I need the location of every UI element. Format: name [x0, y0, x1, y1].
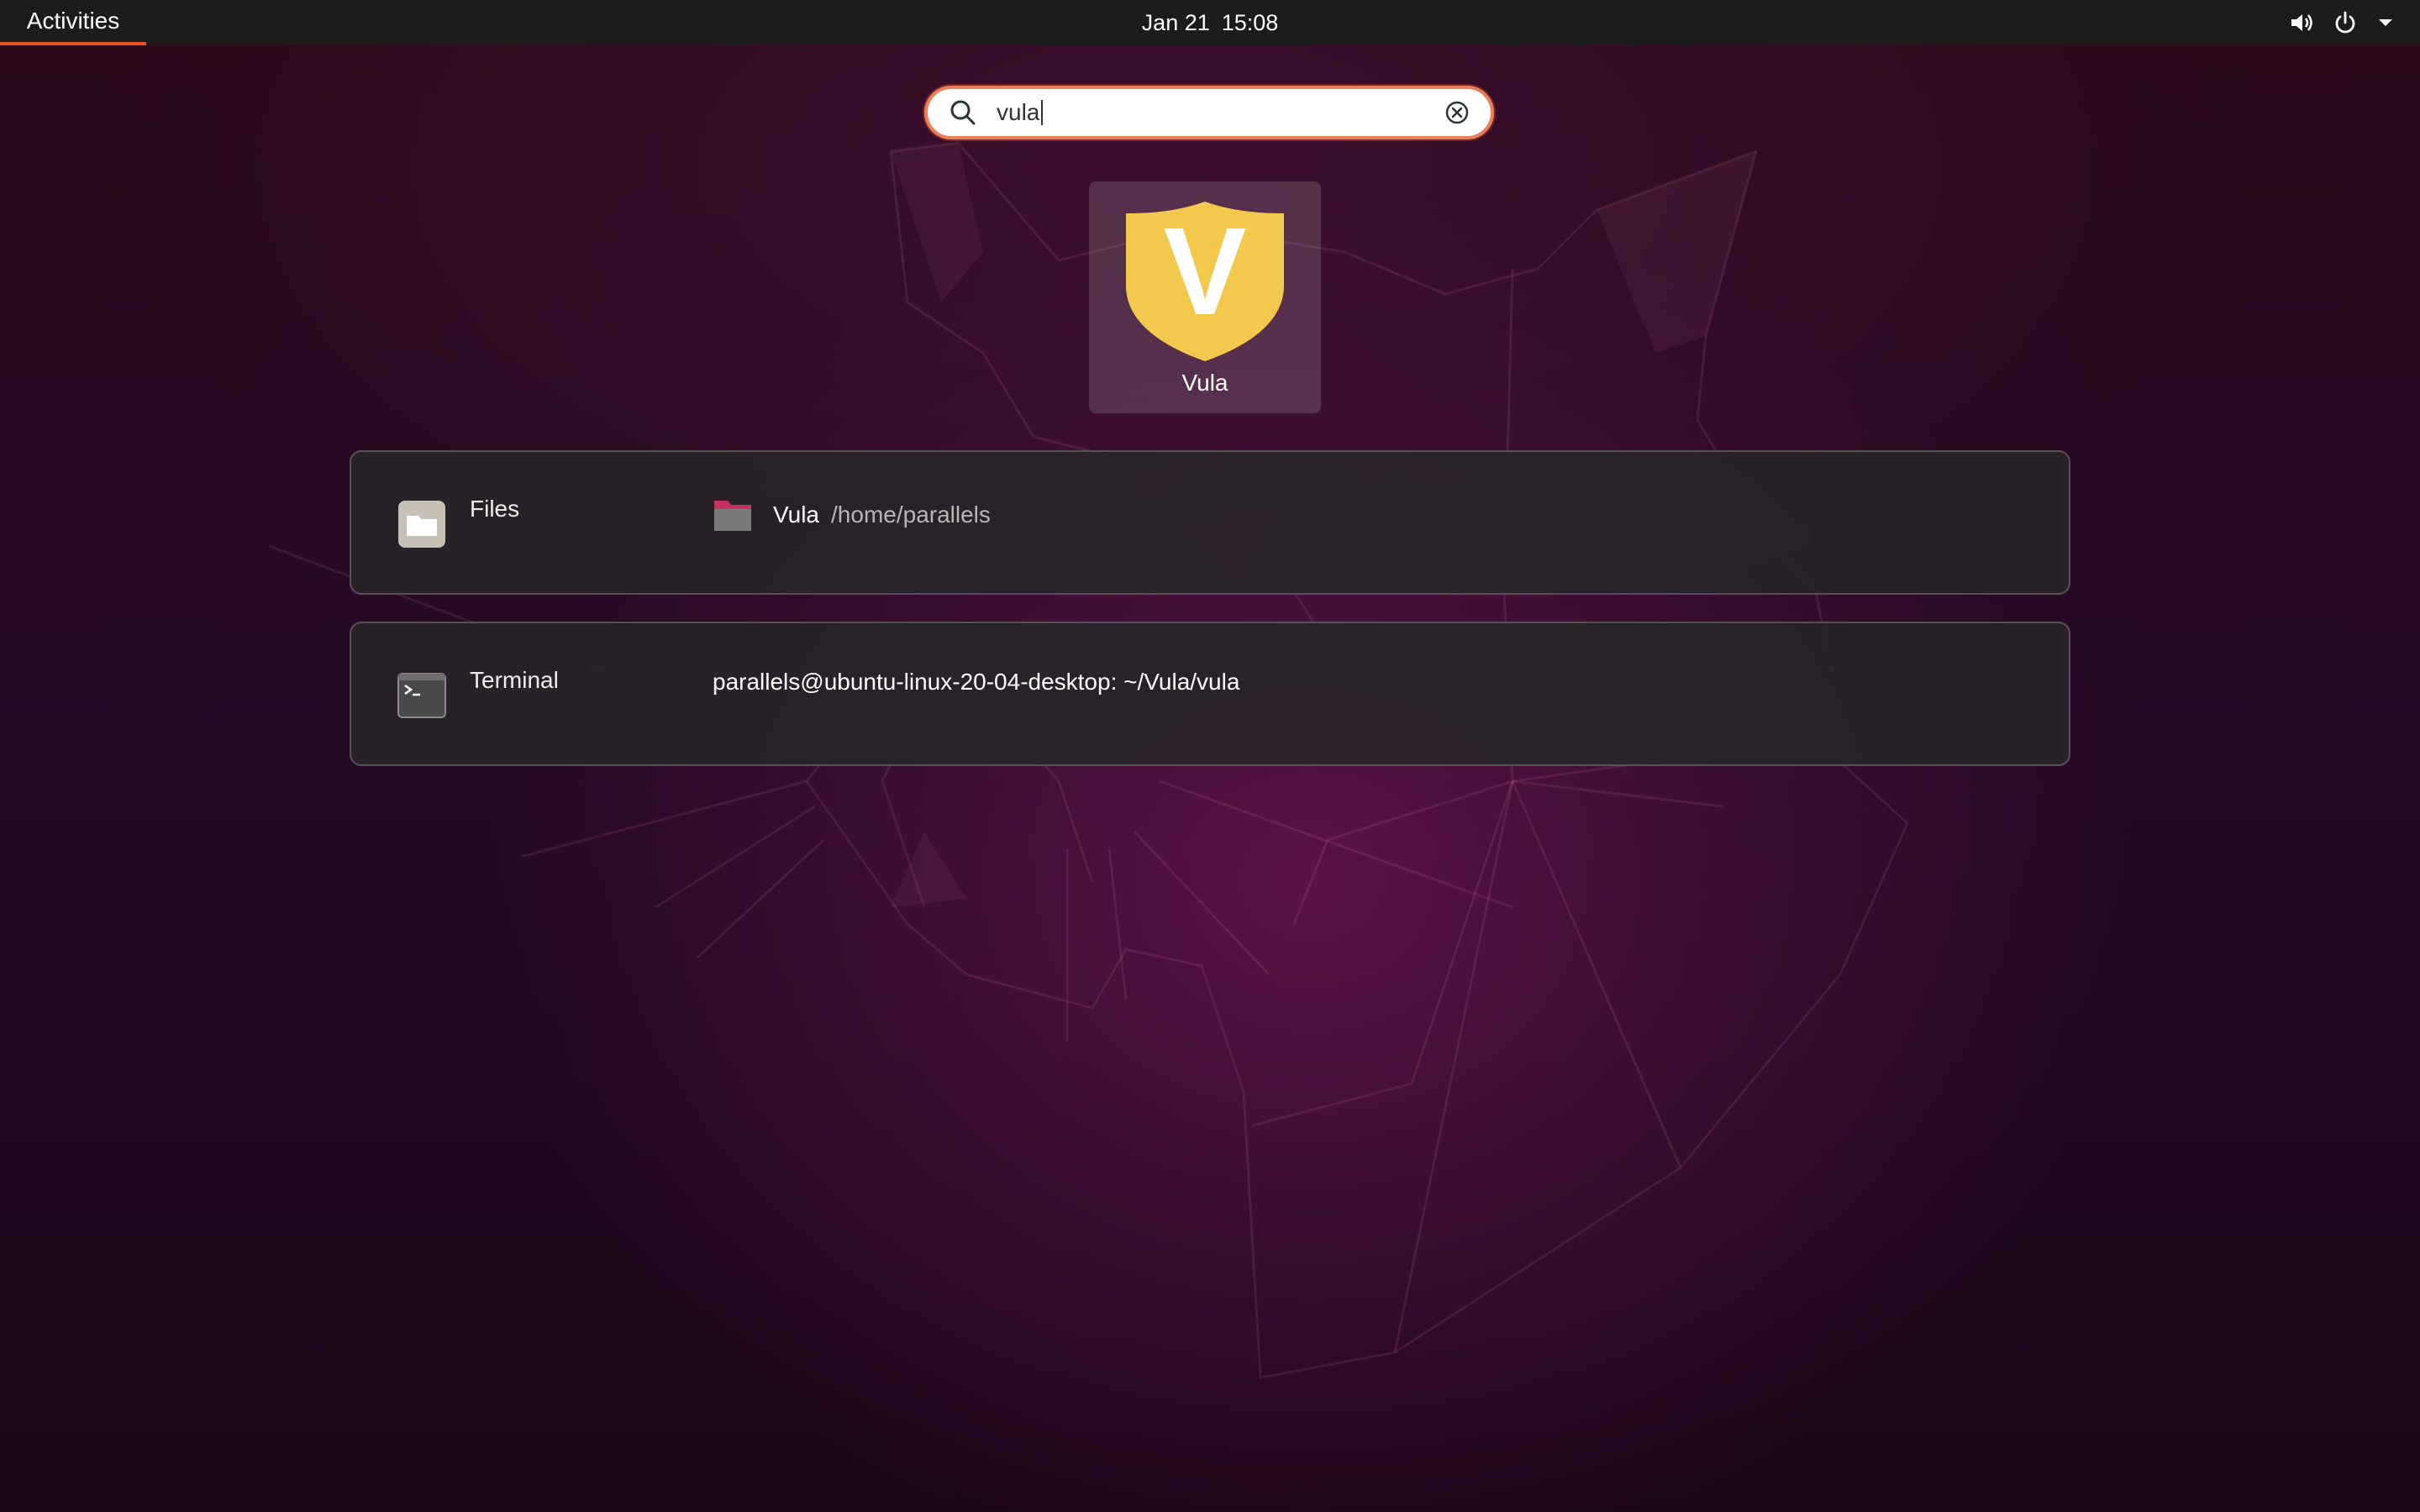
files-provider: Files Vula /home/parallels: [350, 450, 2070, 595]
result-path: /home/parallels: [831, 501, 991, 528]
chevron-down-icon[interactable]: [2376, 13, 2395, 32]
terminal-window-result[interactable]: parallels@ubuntu-linux-20-04-desktop: ~/…: [713, 669, 1239, 696]
terminal-icon[interactable]: [397, 670, 447, 721]
clock-time: 15:08: [1221, 9, 1279, 35]
search-icon: [950, 100, 976, 125]
vula-shield-icon: V: [1126, 202, 1284, 361]
search-field[interactable]: vula: [924, 86, 1494, 139]
text-caret: [1041, 100, 1044, 125]
file-result-vula[interactable]: Vula /home/parallels: [713, 497, 991, 533]
provider-name[interactable]: Files: [470, 496, 519, 522]
clock[interactable]: Jan 21 15:08: [1142, 0, 1279, 45]
search-input[interactable]: vula: [997, 99, 1444, 126]
result-title: Vula: [773, 501, 820, 528]
app-label: Vula: [1181, 370, 1228, 396]
volume-icon[interactable]: [2289, 10, 2314, 35]
clear-icon[interactable]: [1444, 99, 1470, 126]
system-tray[interactable]: [2289, 0, 2395, 45]
terminal-provider: Terminal parallels@ubuntu-linux-20-04-de…: [350, 622, 2070, 766]
folder-icon: [714, 501, 751, 531]
clock-date: Jan 21: [1141, 9, 1210, 35]
search-query: vula: [997, 99, 1040, 125]
provider-name[interactable]: Terminal: [470, 667, 559, 694]
folder-icon[interactable]: [397, 499, 447, 549]
app-result-vula[interactable]: V Vula: [1089, 181, 1321, 413]
activities-button[interactable]: Activities: [0, 0, 146, 45]
top-bar: Activities Jan 21 15:08: [0, 0, 2420, 45]
vula-icon-letter: V: [1164, 202, 1247, 341]
power-icon[interactable]: [2333, 10, 2358, 35]
